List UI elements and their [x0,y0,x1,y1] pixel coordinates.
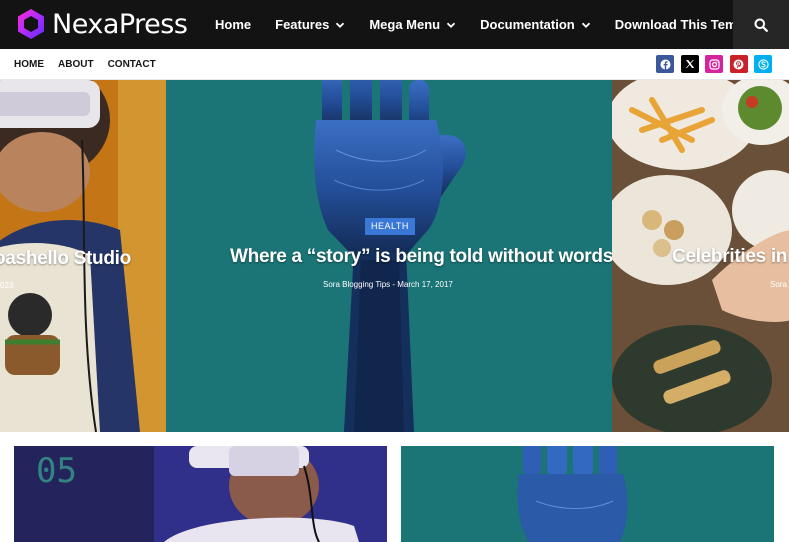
chevron-down-icon [581,22,590,28]
logo-mark-icon [18,9,44,39]
nav-item-mega-menu[interactable]: Mega Menu [369,17,456,32]
hero-slide-active[interactable]: Where a “story” is being told without wo… [166,80,613,432]
brand-name: NexaPress [52,8,188,40]
hero-slide-title[interactable]: oashello Studio [0,248,131,270]
hero-slide-prev[interactable]: oashello Studio 023 [0,80,166,432]
main-navigation: Home Features Mega Menu Documentation Do… [215,0,789,49]
hero-slide-meta: Sora [770,280,787,289]
hero-slide-next[interactable]: Celebrities in th Sora [612,80,789,432]
secondary-bar: HOME ABOUT CONTACT [0,49,789,80]
chevron-down-icon [446,22,456,28]
social-links [656,55,779,73]
svg-text:05: 05 [36,451,77,491]
nav-item-features[interactable]: Features [275,17,345,32]
skype-icon[interactable] [754,55,772,73]
vr-person-thumbnail: 05 [14,446,387,542]
pinterest-icon[interactable] [729,55,748,73]
search-icon [754,18,768,32]
hero-slide-meta: 023 [0,281,14,290]
nav-item-label: Home [215,17,252,32]
nav-item-label: Mega Menu [369,17,441,32]
nav-item-documentation[interactable]: Documentation [480,17,591,32]
category-badge[interactable]: HEALTH [365,218,415,235]
hero-slide-title[interactable]: Where a “story” is being told without wo… [230,246,613,268]
site-logo[interactable]: NexaPress [14,6,188,42]
hero-slide-meta: Sora Blogging Tips - March 17, 2017 [323,280,453,289]
x-twitter-icon[interactable] [680,55,699,73]
robot-hand-thumbnail [401,446,774,542]
secondary-navigation: HOME ABOUT CONTACT [14,49,170,80]
post-card[interactable] [401,446,774,542]
subnav-home[interactable]: HOME [14,59,44,70]
nav-item-home[interactable]: Home [215,17,251,32]
nav-item-label: Features [275,17,330,32]
hero-slide-title[interactable]: Celebrities in th [672,246,789,268]
subnav-about[interactable]: ABOUT [58,59,94,70]
nav-item-label: Documentation [480,17,575,32]
post-card[interactable]: 05 [14,446,387,542]
top-header: NexaPress Home Features Mega Menu Docume… [0,0,789,49]
search-button[interactable] [733,0,789,49]
subnav-contact[interactable]: CONTACT [108,59,156,70]
chevron-down-icon [336,22,345,28]
hero-slider: oashello Studio 023 Where a “story” is b… [0,80,789,432]
instagram-icon[interactable] [705,55,723,73]
facebook-icon[interactable] [656,55,674,73]
